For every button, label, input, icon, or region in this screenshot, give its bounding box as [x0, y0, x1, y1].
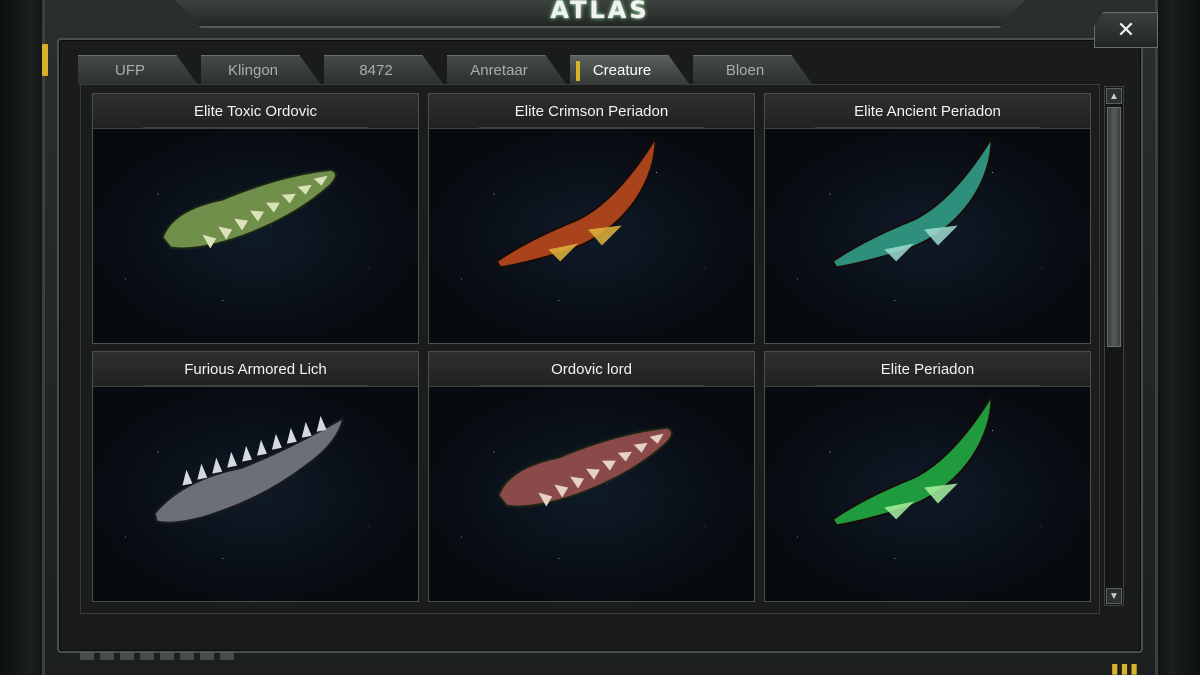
scroll-down-button[interactable]: ▼	[1106, 588, 1122, 604]
creature-image	[93, 130, 418, 343]
creature-body	[497, 426, 673, 508]
card-title: Elite Toxic Ordovic	[93, 94, 418, 129]
card-title: Elite Crimson Periadon	[429, 94, 754, 129]
grid-scrollbar[interactable]: ▲ ▼	[1104, 86, 1124, 606]
card-title: Furious Armored Lich	[93, 352, 418, 387]
creature-image	[765, 130, 1090, 343]
side-marker	[42, 44, 48, 76]
creature-body	[831, 134, 993, 269]
tab-label: Anretaar	[470, 62, 528, 79]
creature-spike	[256, 439, 267, 456]
creature-art	[497, 426, 673, 508]
creature-body	[831, 392, 993, 527]
tab-label: 8472	[359, 62, 393, 79]
chevron-down-icon: ▼	[1109, 590, 1119, 602]
tab-creature[interactable]: Creature	[570, 55, 690, 85]
creature-spike	[242, 445, 253, 462]
close-button[interactable]: ✕	[1094, 12, 1158, 48]
creature-art	[831, 392, 993, 527]
close-icon: ✕	[1116, 17, 1136, 42]
creature-spike	[316, 415, 327, 432]
scroll-up-button[interactable]: ▲	[1106, 88, 1122, 104]
window-title: ATLAS	[550, 0, 650, 24]
bottom-trim	[80, 652, 240, 660]
game-backdrop-right	[1152, 0, 1200, 675]
creature-image	[93, 388, 418, 601]
creature-grid: Elite Toxic Ordovic Elite Crimson Periad…	[80, 84, 1100, 614]
creature-spike	[286, 427, 297, 444]
tab-label: Creature	[592, 62, 652, 79]
tab-bloen[interactable]: Bloen	[693, 55, 813, 85]
creature-image	[429, 388, 754, 601]
creature-body	[153, 415, 345, 524]
creature-image	[429, 130, 754, 343]
card-title: Elite Ancient Periadon	[765, 94, 1090, 129]
creature-spike	[271, 433, 282, 450]
creature-image	[765, 388, 1090, 601]
creature-card[interactable]: Elite Periadon	[764, 351, 1091, 602]
title-plate: ATLAS	[175, 0, 1025, 28]
faction-tabs: UFP Klingon 8472 Anretaar Creature Bloen	[78, 55, 816, 85]
card-title: Elite Periadon	[765, 352, 1090, 387]
tab-label: Klingon	[227, 62, 279, 79]
chevron-up-icon: ▲	[1109, 90, 1119, 102]
tab-label: Bloen	[725, 62, 765, 79]
creature-art	[161, 168, 337, 250]
creature-art	[831, 134, 993, 269]
creature-card[interactable]: Elite Crimson Periadon	[428, 93, 755, 344]
tab-anretaar[interactable]: Anretaar	[447, 55, 567, 85]
creature-spike	[212, 457, 223, 474]
creature-body	[495, 134, 657, 269]
creature-card[interactable]: Ordovic lord	[428, 351, 755, 602]
creature-spike	[227, 451, 238, 468]
creature-spike	[197, 463, 208, 480]
scroll-thumb[interactable]	[1107, 107, 1121, 347]
creature-card[interactable]: Elite Toxic Ordovic	[92, 93, 419, 344]
creature-spike	[301, 421, 312, 438]
creature-card[interactable]: Furious Armored Lich	[92, 351, 419, 602]
tab-label: UFP	[115, 62, 145, 79]
creature-art	[495, 134, 657, 269]
creature-art	[153, 415, 345, 524]
creature-spike	[182, 469, 193, 486]
creature-body	[161, 168, 337, 250]
tab-klingon[interactable]: Klingon	[201, 55, 321, 85]
tab-8472[interactable]: 8472	[324, 55, 444, 85]
tab-ufp[interactable]: UFP	[78, 55, 198, 85]
card-title: Ordovic lord	[429, 352, 754, 387]
bottom-indicator: ▮▮▮	[1110, 660, 1140, 675]
creature-card[interactable]: Elite Ancient Periadon	[764, 93, 1091, 344]
